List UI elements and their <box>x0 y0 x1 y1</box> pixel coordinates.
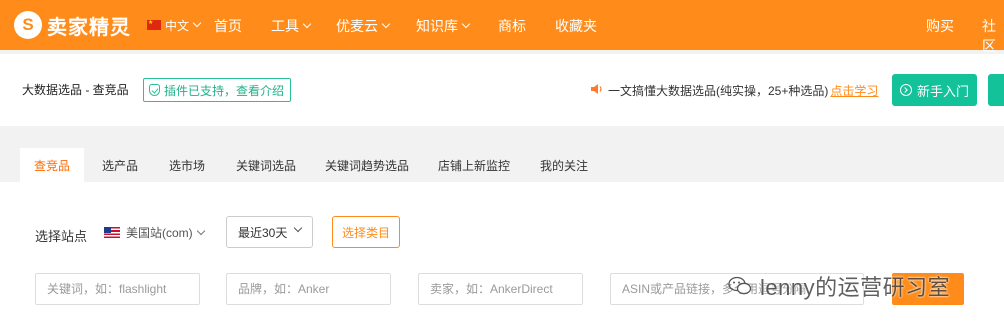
logo-text: 卖家精灵 <box>47 16 131 39</box>
tab-select-products[interactable]: 选产品 <box>90 148 150 182</box>
wechat-icon <box>728 276 752 295</box>
chevron-down-icon <box>196 226 205 235</box>
beginner-guide-label: 新手入门 <box>916 83 969 99</box>
tab-keyword-selection[interactable]: 关键词选品 <box>226 148 306 182</box>
site-select[interactable]: 美国站(com) <box>104 224 205 241</box>
beginner-guide-button[interactable]: 新手入门 <box>892 74 977 106</box>
nav-item-favorites[interactable]: 收藏夹 <box>555 16 597 36</box>
notice-link[interactable]: 点击学习 <box>830 84 878 98</box>
brand-input[interactable] <box>226 273 391 305</box>
top-nav: S 卖家精灵 中文 首页 工具 优麦云 知识库 商标 收藏夹 购买 社区 <box>0 0 1004 54</box>
logo-icon: S <box>14 11 42 39</box>
notice-text: 一文搞懂大数据选品(纯实操，25+种选品) <box>608 84 829 98</box>
seller-input[interactable] <box>418 273 583 305</box>
china-flag-icon <box>147 20 161 30</box>
nav-item-knowledge[interactable]: 知识库 <box>416 16 471 36</box>
date-range-value: 最近30天 <box>238 225 288 240</box>
shield-check-icon <box>149 84 160 96</box>
chevron-down-icon <box>381 19 391 29</box>
language-label: 中文 <box>165 18 190 33</box>
tab-store-monitor[interactable]: 店铺上新监控 <box>430 148 518 182</box>
tab-select-market[interactable]: 选市场 <box>157 148 217 182</box>
tab-bar: 查竞品 选产品 选市场 关键词选品 关键词趋势选品 店铺上新监控 我的关注 <box>0 148 1004 182</box>
watermark: lenny的运营研习室 <box>728 270 950 302</box>
keyword-input[interactable] <box>35 273 200 305</box>
chevron-down-icon <box>293 223 303 233</box>
site-label: 选择站点 <box>35 229 88 244</box>
language-selector[interactable]: 中文 <box>147 17 202 34</box>
site-value: 美国站(com) <box>126 226 193 240</box>
page-header: 大数据选品 - 查竞品 插件已支持，查看介绍 一文搞懂大数据选品(纯实操，25+… <box>0 54 1004 126</box>
nav-item-purchase[interactable]: 购买 <box>926 16 954 36</box>
chevron-down-icon <box>192 18 202 28</box>
select-category-button[interactable]: 选择类目 <box>332 216 400 248</box>
tab-keyword-trend[interactable]: 关键词趋势选品 <box>318 148 416 182</box>
filter-panel: 选择站点 美国站(com) 最近30天 选择类目 <box>0 182 1004 330</box>
chevron-down-icon <box>302 19 312 29</box>
plugin-support-link[interactable]: 插件已支持，查看介绍 <box>143 78 292 102</box>
nav-item-community[interactable]: 社区 <box>982 16 1004 56</box>
secondary-header-button[interactable] <box>988 74 1004 106</box>
notice-banner: 一文搞懂大数据选品(纯实操，25+种选品) 点击学习 <box>608 82 878 99</box>
nav-item-tools[interactable]: 工具 <box>271 16 312 36</box>
chevron-down-icon <box>461 19 471 29</box>
us-flag-icon <box>104 227 120 238</box>
arrow-right-circle-icon <box>899 84 912 96</box>
nav-item-home[interactable]: 首页 <box>214 16 242 36</box>
speaker-icon <box>591 84 602 94</box>
plugin-support-label: 插件已支持，查看介绍 <box>164 83 285 98</box>
tab-check-competitors[interactable]: 查竞品 <box>20 148 84 182</box>
nav-item-youmaiyun[interactable]: 优麦云 <box>336 16 391 36</box>
date-range-select[interactable]: 最近30天 <box>226 216 313 248</box>
tab-my-follows[interactable]: 我的关注 <box>530 148 598 182</box>
watermark-text: lenny的运营研习室 <box>760 275 951 300</box>
nav-item-trademark[interactable]: 商标 <box>498 16 526 36</box>
breadcrumb: 大数据选品 - 查竞品 <box>22 83 129 97</box>
logo[interactable]: S 卖家精灵 <box>14 11 131 40</box>
